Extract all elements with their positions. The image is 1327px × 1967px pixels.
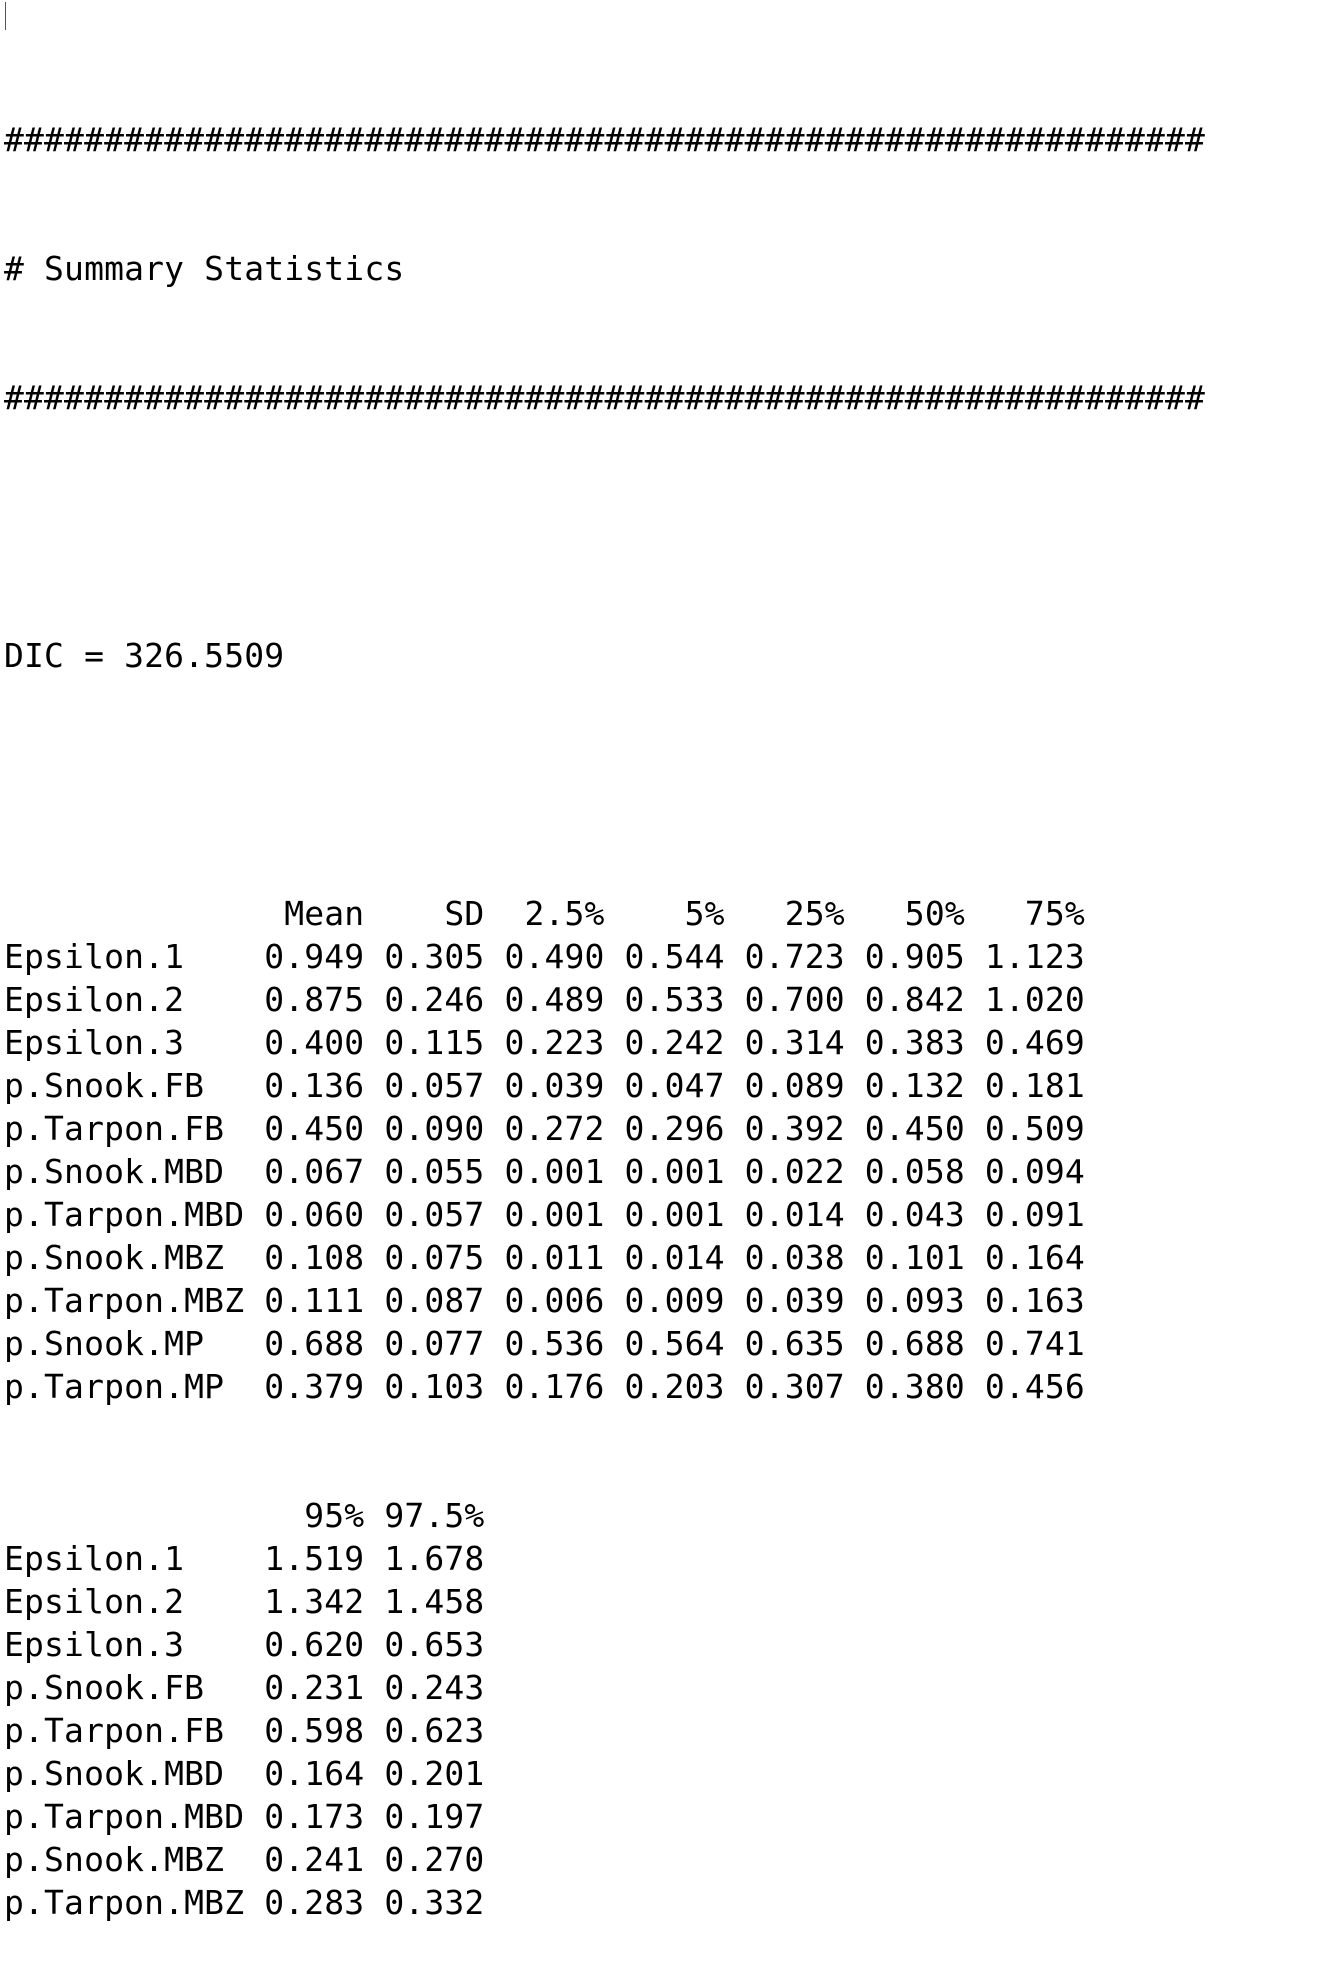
table-row: p.Tarpon.MBZ 0.111 0.087 0.006 0.009 0.0… [4,1281,1085,1320]
table-row: Epsilon.3 0.400 0.115 0.223 0.242 0.314 … [4,1023,1085,1062]
table-row: Epsilon.2 0.875 0.246 0.489 0.533 0.700 … [4,980,1085,1019]
table-row: p.Tarpon.FB 0.450 0.090 0.272 0.296 0.39… [4,1109,1085,1148]
rule-top: ########################################… [4,120,1206,159]
table-row: p.Tarpon.MBZ 0.283 0.332 [4,1883,485,1922]
table-row: p.Snook.MBD 0.067 0.055 0.001 0.001 0.02… [4,1152,1085,1191]
table-row: Epsilon.3 0.620 0.653 [4,1625,485,1664]
table-row: p.Tarpon.MP 0.379 0.103 0.176 0.203 0.30… [4,1367,1085,1406]
rule-bottom: ########################################… [4,378,1206,417]
summary-table-1: Mean SD 2.5% 5% 25% 50% 75% Epsilon.1 0.9… [4,892,1205,1408]
table-row: p.Snook.MP 0.688 0.077 0.536 0.564 0.635… [4,1324,1085,1363]
section-header: # Summary Statistics [4,249,405,288]
table-header-row: Mean SD 2.5% 5% 25% 50% 75% [4,894,1085,933]
console-output[interactable]: ########################################… [4,32,1205,1967]
table-row: p.Snook.MBD 0.164 0.201 [4,1754,485,1793]
table-row: p.Snook.FB 0.231 0.243 [4,1668,485,1707]
table-row: p.Tarpon.FB 0.598 0.623 [4,1711,485,1750]
text-cursor [5,2,6,30]
table-row: p.Snook.MBZ 0.241 0.270 [4,1840,485,1879]
table-row: p.Snook.MBZ 0.108 0.075 0.011 0.014 0.03… [4,1238,1085,1277]
table-row: p.Tarpon.MBD 0.060 0.057 0.001 0.001 0.0… [4,1195,1085,1234]
table-row: Epsilon.2 1.342 1.458 [4,1582,485,1621]
dic-value: DIC = 326.5509 [4,636,285,675]
table-header-row: 95% 97.5% [4,1496,485,1535]
table-row: p.Snook.FB 0.136 0.057 0.039 0.047 0.089… [4,1066,1085,1105]
table-row: p.Tarpon.MBD 0.173 0.197 [4,1797,485,1836]
table-row: Epsilon.1 0.949 0.305 0.490 0.544 0.723 … [4,937,1085,976]
table-row: Epsilon.1 1.519 1.678 [4,1539,485,1578]
summary-table-2: 95% 97.5% Epsilon.1 1.519 1.678 Epsilon.2 … [4,1494,1205,1924]
